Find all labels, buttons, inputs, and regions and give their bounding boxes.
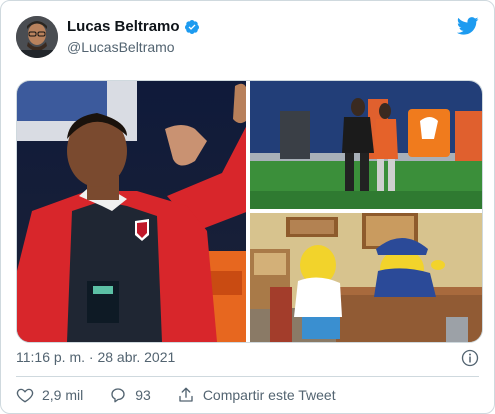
reply-icon: [111, 388, 125, 403]
share-icon: [179, 387, 193, 402]
like-button[interactable]: 2,9 mil: [16, 386, 83, 404]
author-handle[interactable]: @LucasBeltramo: [67, 39, 175, 55]
info-icon[interactable]: [461, 349, 479, 367]
verified-badge-icon: [184, 19, 199, 34]
share-label: Compartir este Tweet: [202, 387, 336, 403]
media-image-coach[interactable]: [17, 81, 246, 342]
avatar[interactable]: [16, 16, 58, 58]
like-count: 2,9 mil: [42, 387, 84, 403]
reply-count: 93: [135, 387, 151, 403]
tweet-meta: 11:16 p. m. · 28 abr. 2021: [16, 349, 479, 369]
reply-button[interactable]: 93: [109, 386, 151, 404]
tweet-actions: 2,9 mil 93 Compartir este Tweet: [16, 386, 362, 404]
media-image-cartoon[interactable]: [250, 213, 482, 342]
media-image-referee[interactable]: [250, 81, 482, 209]
tweet-timestamp[interactable]: 11:16 p. m. · 28 abr. 2021: [16, 349, 175, 365]
avatar-image: [16, 16, 58, 58]
share-button[interactable]: Compartir este Tweet: [177, 386, 336, 404]
heart-icon: [16, 388, 34, 403]
author-name-row[interactable]: Lucas Beltramo: [67, 18, 200, 35]
media-grid: [16, 80, 483, 343]
tweet-card: Lucas Beltramo @LucasBeltramo 11:16 p. m…: [0, 0, 495, 414]
twitter-bird-icon[interactable]: [457, 17, 479, 35]
divider: [16, 376, 479, 377]
display-name[interactable]: Lucas Beltramo: [67, 18, 180, 35]
